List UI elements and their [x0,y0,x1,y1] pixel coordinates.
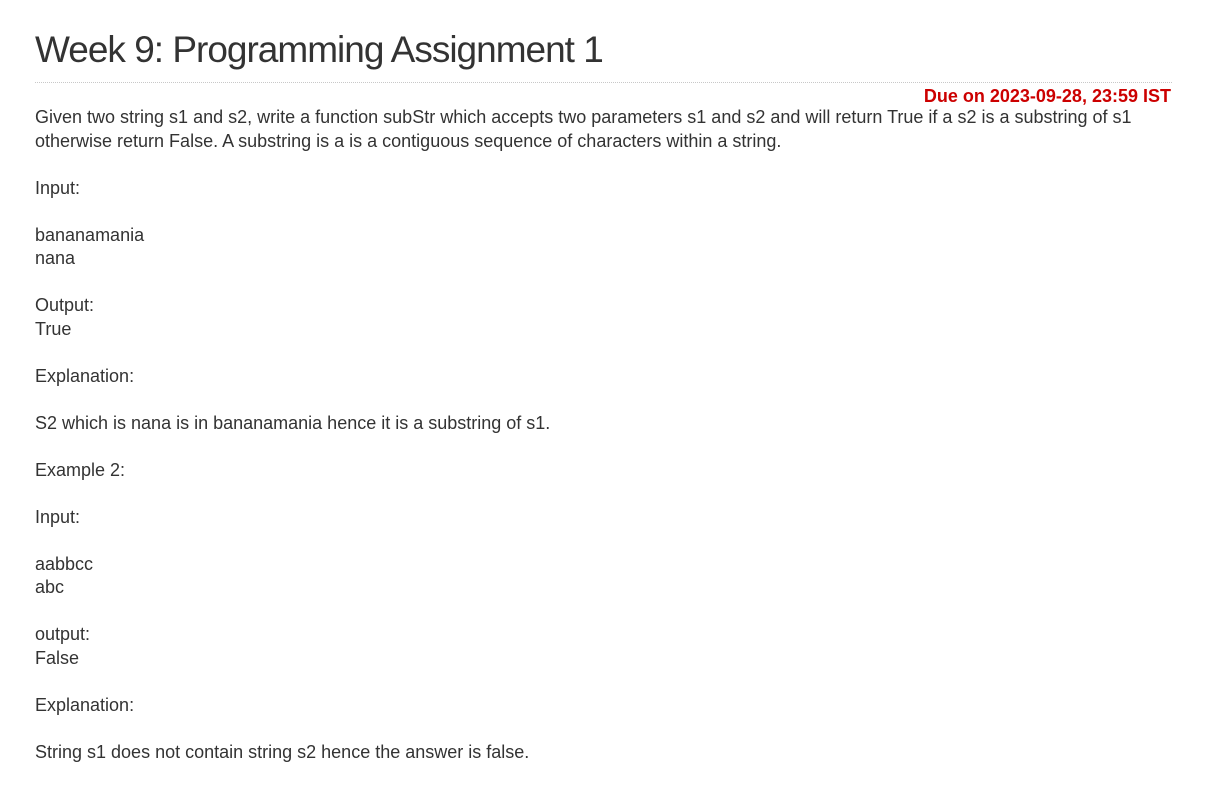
example2-heading: Example 2: [35,459,126,480]
assignment-page: Week 9: Programming Assignment 1 Due on … [35,0,1172,788]
example1-input-block: bananamania nana [35,224,1172,271]
example1-output-block: Output: True [35,294,1172,341]
example2-input-line2: abc [35,577,65,597]
due-date: Due on 2023-09-28, 23:59 IST [923,86,1171,106]
example2-output-label: output: [35,624,91,644]
example2-explanation-label: Explanation: [35,694,135,715]
page-title: Week 9: Programming Assignment 1 [35,29,604,70]
example1-explanation-label: Explanation: [35,365,135,386]
problem-statement: Given two string s1 and s2, write a func… [35,106,1172,764]
example2-input-label: Input: [35,506,81,527]
title-divider [35,82,1172,83]
example2-input-block: aabbcc abc [35,553,1172,600]
example1-output-label: Output: [35,295,95,315]
example1-output-value: True [35,318,72,339]
example2-input-line1: aabbcc [35,553,94,574]
example2-output-value: False [35,647,80,668]
problem-description: Given two string s1 and s2, write a func… [35,107,1132,151]
example2-explanation-text: String s1 does not contain string s2 hen… [35,741,530,762]
example1-input-label: Input: [35,177,81,198]
example1-input-line1: bananamania [35,224,145,245]
example1-input-line2: nana [35,248,76,268]
example1-explanation-text: S2 which is nana is in bananamania hence… [35,412,551,433]
example2-output-block: output: False [35,623,1172,670]
